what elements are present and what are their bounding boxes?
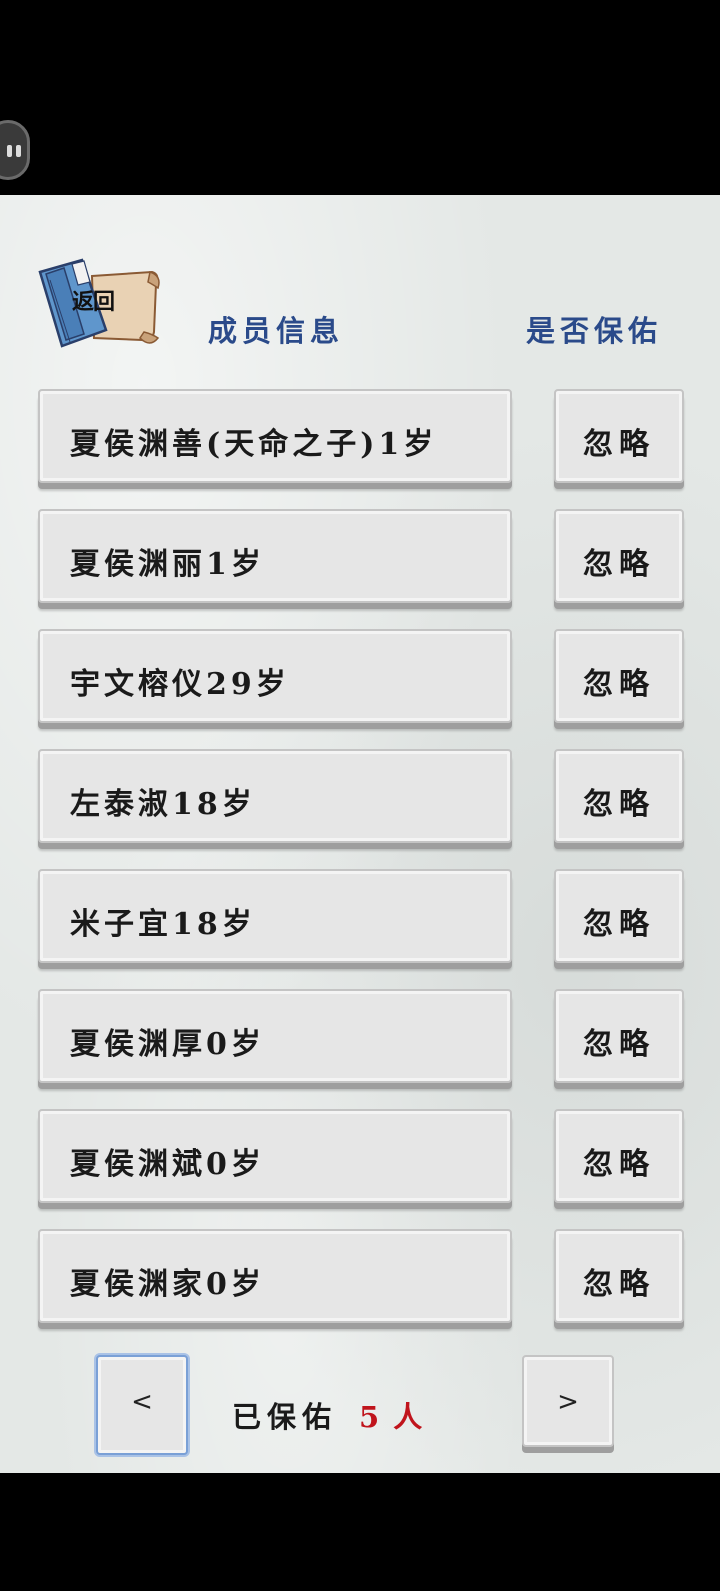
prev-page-button[interactable]: < — [96, 1355, 188, 1455]
ignore-label: 忽略 — [583, 1147, 655, 1182]
ignore-button[interactable]: 忽略 — [554, 1109, 684, 1203]
member-name-card[interactable]: 夏侯渊丽1岁 — [38, 509, 512, 603]
ignore-button[interactable]: 忽略 — [554, 629, 684, 723]
member-row: 夏侯渊丽1岁 忽略 — [0, 509, 720, 609]
member-name-card[interactable]: 夏侯渊家0岁 — [38, 1229, 512, 1323]
member-name-card[interactable]: 左泰淑18岁 — [38, 749, 512, 843]
member-name: 夏侯渊厚0岁 — [70, 1027, 265, 1062]
member-name: 宇文榕仪29岁 — [70, 667, 290, 702]
member-name: 夏侯渊家0岁 — [70, 1267, 265, 1302]
protected-summary: 已保佑 5 人 — [232, 1394, 428, 1436]
member-row: 夏侯渊斌0岁 忽略 — [0, 1109, 720, 1209]
next-arrow-icon: > — [557, 1387, 579, 1417]
back-label: 返回 — [72, 290, 115, 315]
back-button[interactable]: 返回 — [34, 254, 162, 350]
member-row: 左泰淑18岁 忽略 — [0, 749, 720, 849]
ignore-label: 忽略 — [583, 547, 655, 582]
member-row: 米子宜18岁 忽略 — [0, 869, 720, 969]
ignore-label: 忽略 — [583, 667, 655, 702]
assistant-eye-right — [16, 145, 21, 157]
ignore-button[interactable]: 忽略 — [554, 389, 684, 483]
member-name-card[interactable]: 夏侯渊厚0岁 — [38, 989, 512, 1083]
member-name-card[interactable]: 夏侯渊善(天命之子)1岁 — [38, 389, 512, 483]
member-name-card[interactable]: 米子宜18岁 — [38, 869, 512, 963]
ignore-label: 忽略 — [583, 427, 655, 462]
member-name: 左泰淑18岁 — [70, 787, 256, 822]
member-name: 米子宜18岁 — [70, 907, 256, 942]
member-name-card[interactable]: 夏侯渊斌0岁 — [38, 1109, 512, 1203]
floating-assistant-icon[interactable] — [0, 120, 30, 180]
member-name-card[interactable]: 宇文榕仪29岁 — [38, 629, 512, 723]
member-name: 夏侯渊斌0岁 — [70, 1147, 265, 1182]
member-name: 夏侯渊丽1岁 — [70, 547, 265, 582]
member-row: 夏侯渊家0岁 忽略 — [0, 1229, 720, 1329]
member-row: 夏侯渊善(天命之子)1岁 忽略 — [0, 389, 720, 489]
ignore-button[interactable]: 忽略 — [554, 1229, 684, 1323]
top-black-bar — [0, 0, 720, 195]
ignore-label: 忽略 — [583, 787, 655, 822]
ignore-button[interactable]: 忽略 — [554, 749, 684, 843]
member-row: 夏侯渊厚0岁 忽略 — [0, 989, 720, 1089]
bottom-black-bar — [0, 1473, 720, 1591]
member-info-header: 成员信息 — [208, 314, 345, 348]
ignore-button[interactable]: 忽略 — [554, 989, 684, 1083]
prev-arrow-icon: < — [131, 1387, 153, 1417]
protected-label: 已保佑 — [232, 1400, 338, 1434]
ignore-button[interactable]: 忽略 — [554, 509, 684, 603]
protect-status-header: 是否保佑 — [526, 314, 663, 348]
ignore-label: 忽略 — [583, 1027, 655, 1062]
member-row: 宇文榕仪29岁 忽略 — [0, 629, 720, 729]
member-name: 夏侯渊善(天命之子)1岁 — [70, 427, 438, 462]
protected-unit: 人 — [393, 1400, 429, 1434]
ignore-label: 忽略 — [583, 1267, 655, 1302]
ignore-label: 忽略 — [583, 907, 655, 942]
next-page-button[interactable]: > — [522, 1355, 614, 1447]
assistant-eye-left — [7, 145, 12, 157]
protected-count: 5 — [359, 1400, 386, 1434]
ignore-button[interactable]: 忽略 — [554, 869, 684, 963]
